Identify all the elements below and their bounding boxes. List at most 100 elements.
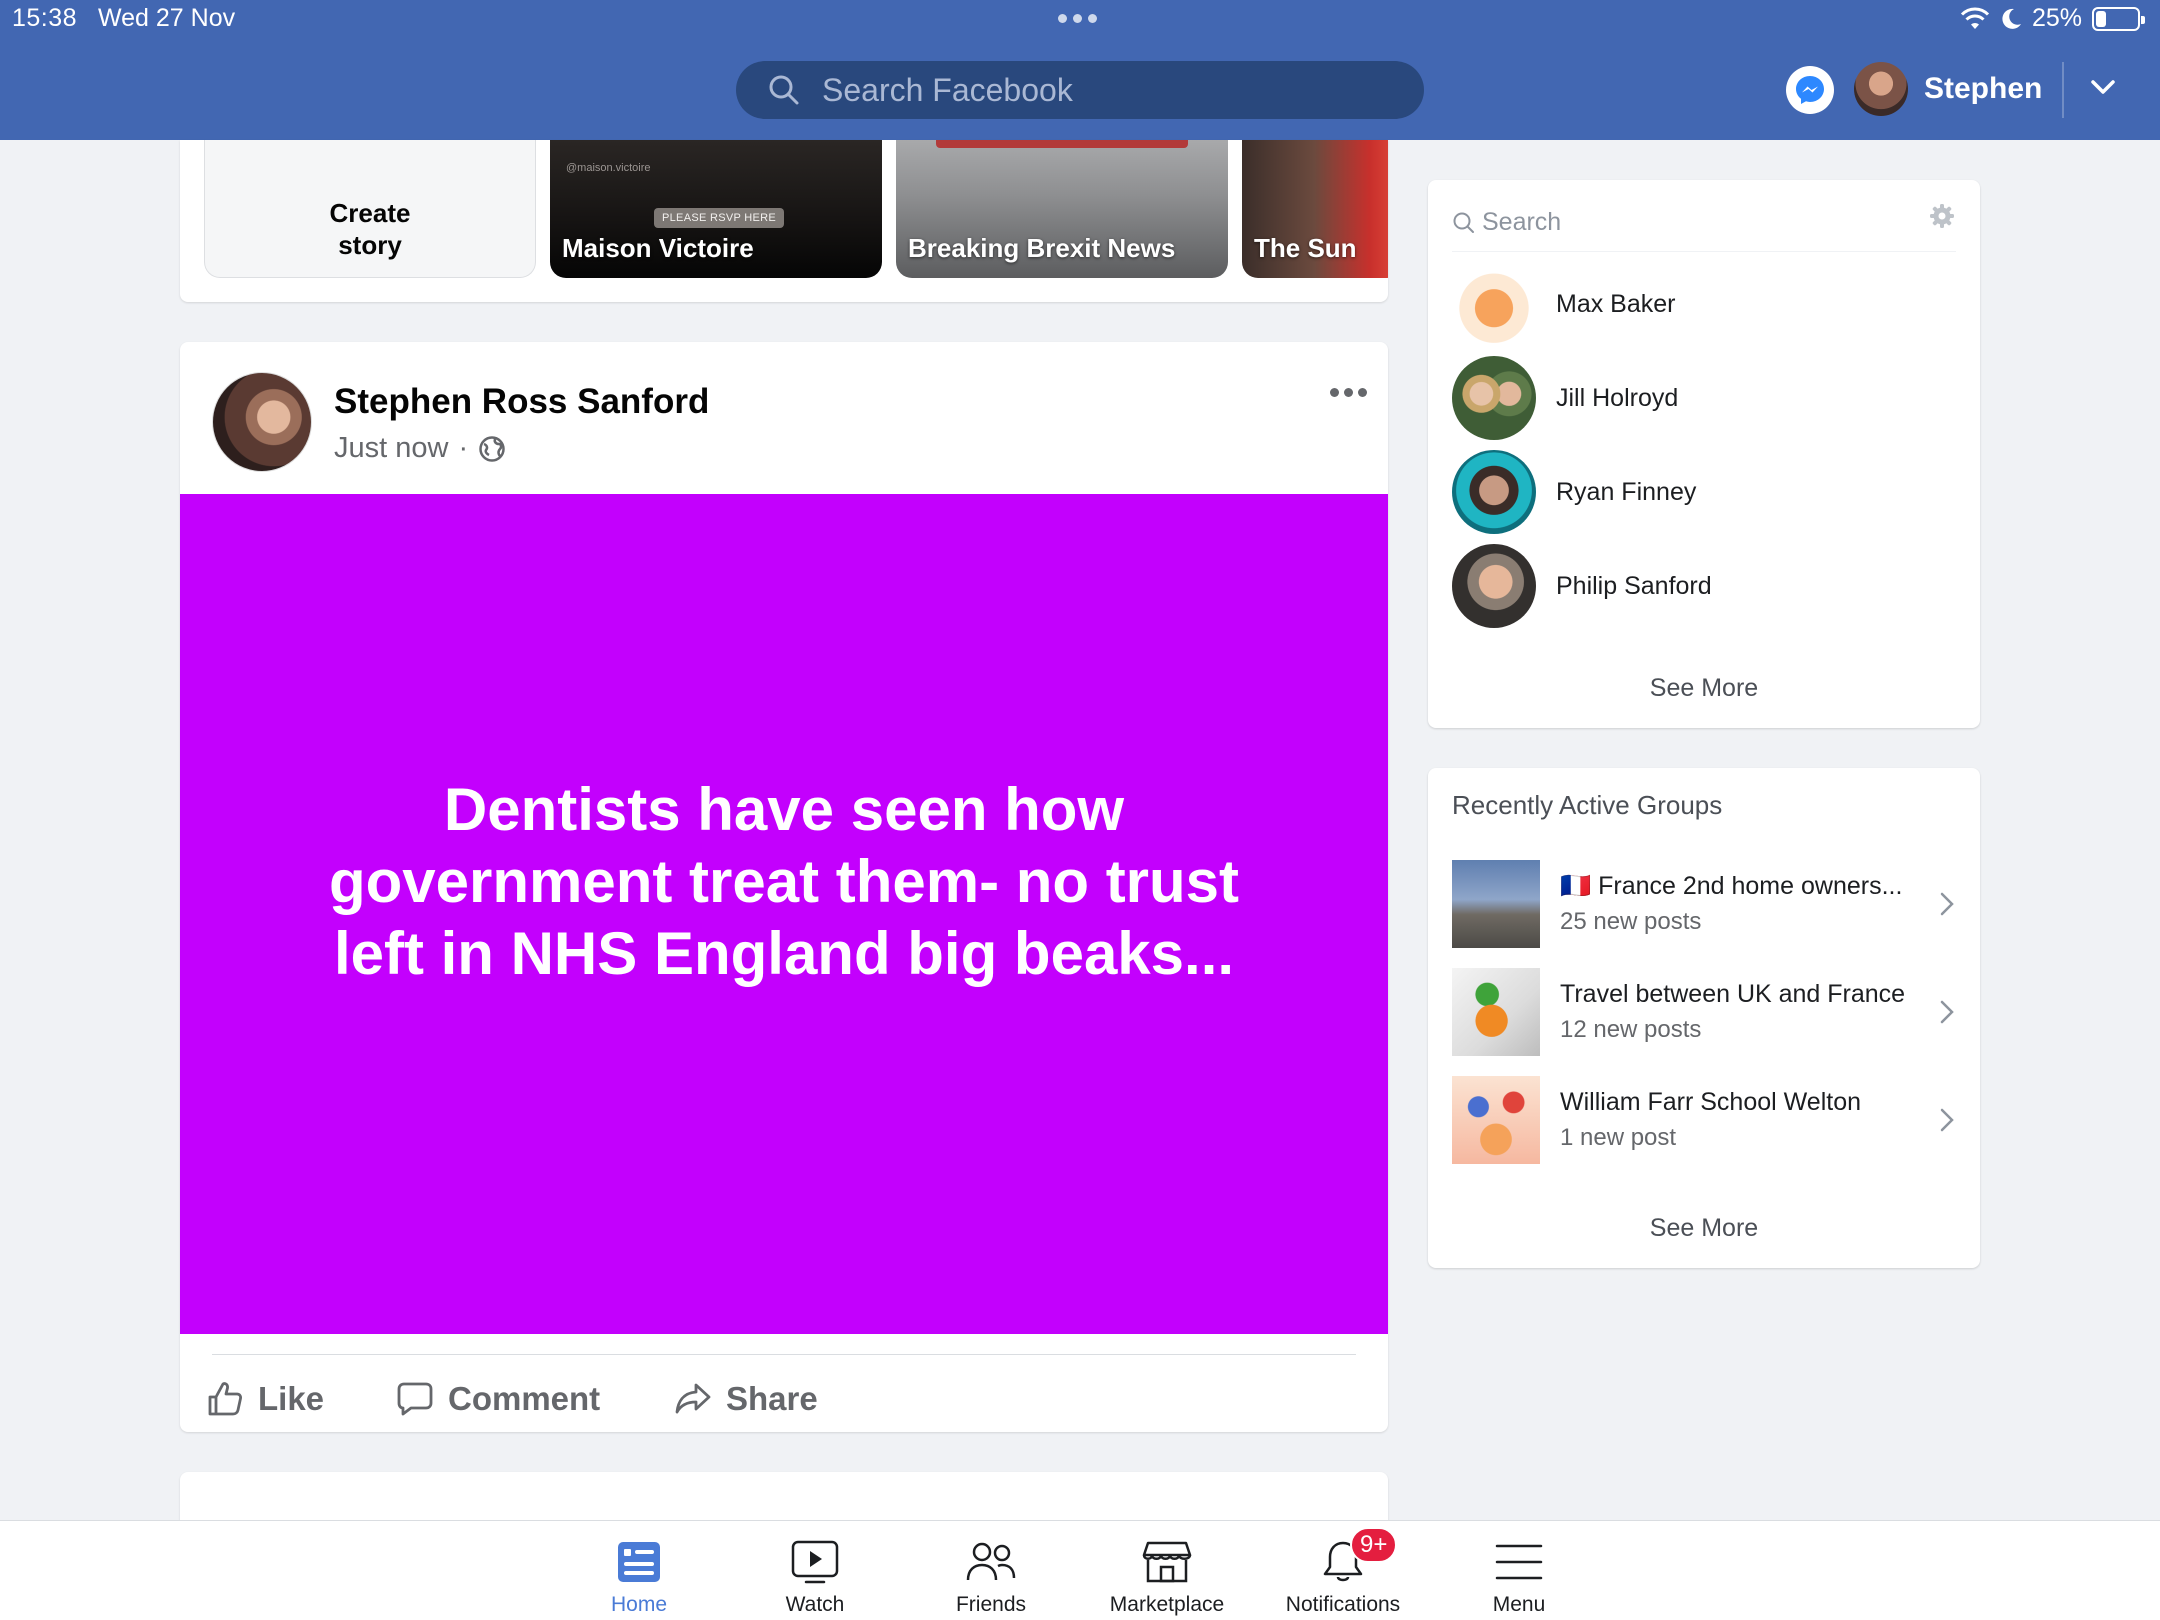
- share-label: Share: [726, 1380, 818, 1417]
- comment-button[interactable]: Comment: [396, 1374, 600, 1424]
- battery-percent: 25%: [2031, 4, 2082, 32]
- contact-avatar: [1452, 356, 1536, 440]
- meta-separator: ·: [458, 432, 469, 464]
- share-button[interactable]: Share: [674, 1374, 818, 1424]
- contact-name: Philip Sanford: [1556, 571, 1712, 600]
- like-label: Like: [258, 1380, 325, 1417]
- contact-item[interactable]: Jill Holroyd: [1452, 356, 1956, 440]
- tab-friends[interactable]: Friends: [903, 1521, 1079, 1620]
- post-timestamp[interactable]: Just now: [334, 432, 448, 465]
- post-colored-background: Dentists have seen how government treat …: [180, 494, 1388, 1334]
- status-time: 15:38: [12, 4, 78, 32]
- group-new-posts: 12 new posts: [1560, 1016, 1702, 1043]
- tab-notifications[interactable]: 9+ Notifications: [1255, 1521, 1431, 1620]
- multitasking-dots-icon[interactable]: [1058, 14, 1097, 23]
- notification-badge: 9+: [1350, 1527, 1398, 1563]
- group-item[interactable]: William Farr School Welton 1 new post: [1452, 1076, 1956, 1166]
- contacts-search-input[interactable]: Search: [1452, 194, 1956, 252]
- tab-menu[interactable]: Menu: [1431, 1521, 1607, 1620]
- profile-avatar[interactable]: [1854, 62, 1908, 116]
- messenger-icon[interactable]: [1786, 66, 1834, 114]
- story-thumbnail-strip: [936, 140, 1188, 148]
- tab-label: Home: [610, 1593, 668, 1616]
- story-label: Maison Victoire: [562, 233, 754, 263]
- groups-see-more[interactable]: See More: [1428, 1214, 1980, 1243]
- status-date: Wed 27 Nov: [98, 4, 236, 32]
- contact-item[interactable]: Ryan Finney: [1452, 450, 1956, 534]
- groups-title: Recently Active Groups: [1452, 790, 1723, 820]
- moon-icon: [2002, 8, 2021, 29]
- group-new-posts: 25 new posts: [1560, 908, 1702, 935]
- comment-icon: [397, 1382, 433, 1416]
- story-breaking-brexit-news[interactable]: Breaking Brexit News: [896, 140, 1228, 278]
- wifi-icon: [1960, 7, 1990, 29]
- group-name: Travel between UK and France: [1560, 980, 1906, 1008]
- status-indicators: 25%: [1960, 4, 2145, 33]
- contact-avatar: [1452, 544, 1536, 628]
- tab-label: Friends: [955, 1593, 1027, 1616]
- group-thumbnail: [1452, 1076, 1540, 1164]
- tab-watch[interactable]: Watch: [727, 1521, 903, 1620]
- tab-home[interactable]: Home: [551, 1521, 727, 1620]
- globe-icon: [479, 435, 505, 462]
- battery-icon: [2092, 6, 2145, 31]
- chevron-right-icon: [1940, 1000, 1954, 1024]
- like-icon: [208, 1382, 242, 1416]
- marketplace-icon: [1142, 1537, 1192, 1587]
- header-divider: [2062, 62, 2064, 118]
- post-card: Stephen Ross Sanford Just now · Dentists…: [180, 342, 1388, 1432]
- story-handle: @maison.victoire: [566, 162, 651, 174]
- story-label: The Sun: [1254, 233, 1357, 263]
- search-icon: [769, 75, 799, 105]
- contacts-see-more[interactable]: See More: [1428, 674, 1980, 703]
- post-text: Dentists have seen how government treat …: [328, 776, 1240, 987]
- create-story-label: Create story: [329, 198, 411, 260]
- story-the-sun[interactable]: The Sun: [1242, 140, 1388, 278]
- contact-item[interactable]: Philip Sanford: [1452, 544, 1956, 628]
- contact-avatar: [1452, 262, 1536, 346]
- post-author-name[interactable]: Stephen Ross Sanford: [334, 382, 709, 422]
- search-placeholder: Search Facebook: [822, 71, 1073, 108]
- group-name: William Farr School Welton: [1560, 1088, 1862, 1116]
- post-options-icon[interactable]: [1330, 388, 1367, 397]
- tab-label: Menu: [1492, 1593, 1546, 1616]
- search-input[interactable]: Search Facebook: [736, 61, 1424, 119]
- profile-name[interactable]: Stephen: [1924, 72, 2042, 106]
- group-new-posts: 1 new post: [1560, 1124, 1677, 1151]
- tab-label: Marketplace: [1109, 1593, 1225, 1616]
- tab-label: Notifications: [1285, 1593, 1401, 1616]
- contact-item[interactable]: Max Baker: [1452, 262, 1956, 346]
- like-button[interactable]: Like: [206, 1374, 324, 1424]
- contact-avatar: [1452, 450, 1536, 534]
- gear-icon[interactable]: [1928, 202, 1956, 230]
- chevron-right-icon: [1940, 1108, 1954, 1132]
- friends-icon: [965, 1537, 1017, 1587]
- share-icon: [675, 1383, 711, 1414]
- watch-icon: [790, 1537, 840, 1587]
- stories-tray: Create story @maison.victoire PLEASE RSV…: [180, 140, 1388, 302]
- tab-label: Watch: [785, 1593, 845, 1616]
- top-bar: 15:38 Wed 27 Nov 25% Search Facebook Ste…: [0, 0, 2160, 140]
- chevron-down-icon[interactable]: [2088, 72, 2118, 102]
- contacts-panel: Search Max Baker Jill Holroyd Ryan Finne…: [1428, 180, 1980, 728]
- bottom-tab-bar: Home Watch Friends Marketplace 9+ Notifi…: [0, 1520, 2160, 1620]
- story-maison-victoire[interactable]: @maison.victoire PLEASE RSVP HERE Maison…: [550, 140, 882, 278]
- contact-name: Max Baker: [1556, 289, 1676, 318]
- group-item[interactable]: 🇫🇷 France 2nd home owners... 25 new post…: [1452, 860, 1956, 950]
- story-label: Breaking Brexit News: [908, 233, 1176, 263]
- contact-name: Ryan Finney: [1556, 477, 1697, 506]
- post-divider: [212, 1354, 1356, 1355]
- group-item[interactable]: Travel between UK and France 12 new post…: [1452, 968, 1956, 1058]
- chevron-right-icon: [1940, 892, 1954, 916]
- home-icon: [616, 1537, 662, 1587]
- recent-groups-panel: Recently Active Groups 🇫🇷 France 2nd hom…: [1428, 768, 1980, 1268]
- post-meta: Just now ·: [334, 432, 506, 465]
- group-name: 🇫🇷 France 2nd home owners...: [1560, 872, 1903, 900]
- tab-marketplace[interactable]: Marketplace: [1079, 1521, 1255, 1620]
- post-author-avatar[interactable]: [212, 372, 312, 472]
- create-story-button[interactable]: Create story: [204, 140, 536, 278]
- flag-icon: 🇫🇷: [1560, 872, 1592, 900]
- contact-name: Jill Holroyd: [1556, 383, 1679, 412]
- story-rsvp-badge: PLEASE RSVP HERE: [654, 208, 785, 228]
- menu-icon: [1495, 1537, 1543, 1587]
